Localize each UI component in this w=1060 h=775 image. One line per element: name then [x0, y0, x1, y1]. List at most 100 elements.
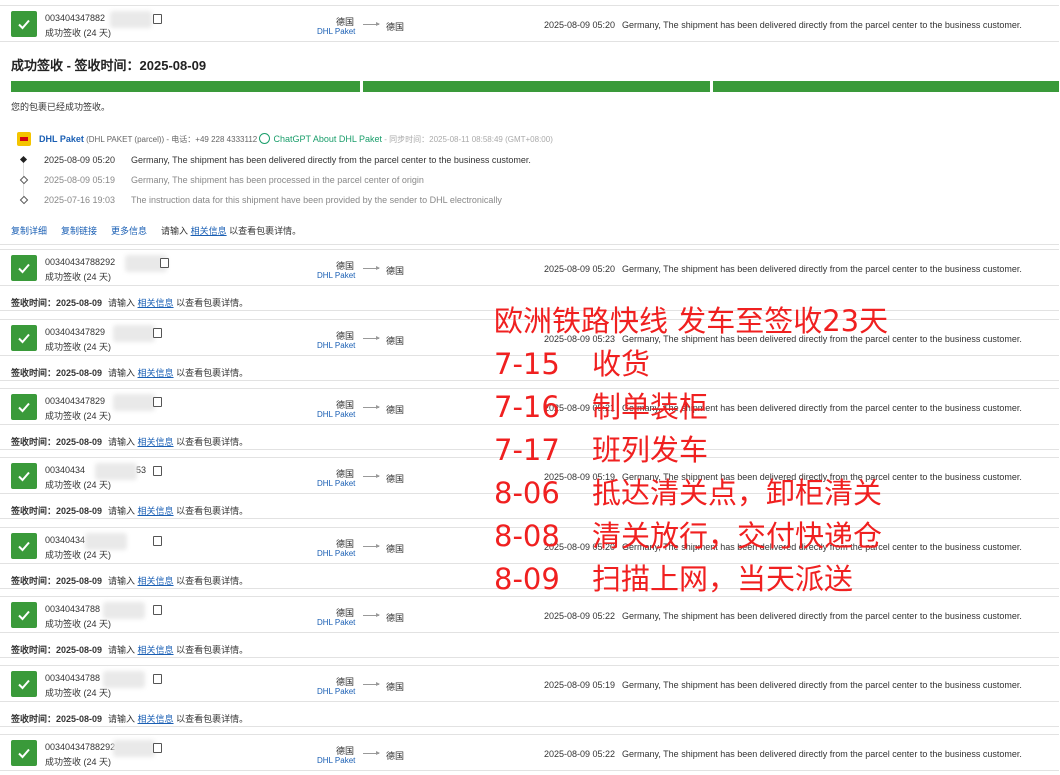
- destination-country: 德国: [386, 336, 405, 346]
- copy-icon[interactable]: [153, 743, 162, 753]
- tracking-number[interactable]: 00340434: [45, 535, 85, 545]
- related-info-link[interactable]: 相关信息: [138, 368, 174, 378]
- tracking-number[interactable]: 00340434788: [45, 604, 100, 614]
- signed-time-label: 签收时间：2025-08-09: [11, 437, 103, 447]
- delivery-status: 成功签收 (24 天): [45, 688, 112, 698]
- signed-time-bar: 签收时间：2025-08-09 请输入 相关信息 以查看包裹详情。: [0, 638, 1059, 658]
- tracking-number[interactable]: 003404347882: [45, 13, 105, 23]
- tracking-number[interactable]: 00340434788: [45, 673, 100, 683]
- copy-icon[interactable]: [153, 536, 162, 546]
- milestone-date: 8-06: [494, 476, 560, 510]
- tracking-number[interactable]: 003404347829: [45, 327, 105, 337]
- carrier-link[interactable]: DHL Paket: [317, 618, 355, 627]
- redaction-blur: [110, 11, 152, 28]
- arrow-right-icon: [363, 22, 380, 26]
- hint-prefix: 请输入: [108, 645, 136, 655]
- latest-event-time: 2025-08-09 05:19: [544, 680, 616, 690]
- arrow-right-icon: [363, 682, 380, 686]
- event-description: Germany, The shipment has been delivered…: [131, 155, 531, 165]
- carrier-link[interactable]: DHL Paket: [317, 271, 355, 280]
- hint-prefix: 请输入: [108, 506, 136, 516]
- copy-icon[interactable]: [153, 328, 162, 338]
- copy-icon[interactable]: [153, 397, 162, 407]
- latest-event-description: Germany, The shipment has been delivered…: [622, 264, 1022, 274]
- delivery-note: 您的包裹已经成功签收。: [11, 102, 111, 112]
- timeline-dot: [19, 155, 28, 164]
- related-info-link[interactable]: 相关信息: [138, 437, 174, 447]
- latest-event-time: 2025-08-09 05:20: [544, 264, 616, 274]
- shipment-row[interactable]: 00340434788 成功签收 (24 天) 德国 DHL Paket 德国 2025-…: [0, 596, 1059, 633]
- carrier-link[interactable]: DHL Paket: [317, 410, 355, 419]
- progress-segment: [11, 81, 361, 92]
- related-info-link[interactable]: 相关信息: [138, 645, 174, 655]
- tracking-number[interactable]: 00340434: [45, 465, 85, 475]
- signed-time-label: 签收时间：2025-08-09: [11, 645, 103, 655]
- related-info-link[interactable]: 相关信息: [138, 506, 174, 516]
- copy-icon[interactable]: [153, 14, 162, 24]
- destination-country: 德国: [386, 474, 405, 484]
- related-info-link[interactable]: 相关信息: [138, 298, 174, 308]
- carrier-link[interactable]: DHL Paket: [317, 549, 355, 558]
- overlay-milestone: 8-08 清关放行，交付快递仓: [494, 515, 888, 558]
- event-time: 2025-08-09 05:19: [44, 175, 116, 185]
- carrier-link[interactable]: DHL Paket: [317, 756, 355, 765]
- shipment-row[interactable]: 00340434788292 成功签收 (24 天) 德国 DHL Paket 德国 20…: [0, 734, 1059, 771]
- signed-time-label: 签收时间：2025-08-09: [11, 368, 103, 378]
- hint-suffix: 以查看包裹详情。: [176, 506, 249, 516]
- carrier-info: DHL Paket (DHL PAKET (parcel)) - 电话：+49 …: [39, 133, 553, 145]
- detail-hint: 请输入 相关信息 以查看包裹详情。: [108, 366, 248, 379]
- hint-suffix: 以查看包裹详情。: [229, 226, 302, 236]
- event-time: 2025-07-16 19:03: [44, 195, 116, 205]
- milestone-text: 抵达清关点，卸柜清关: [592, 476, 883, 510]
- copy-icon[interactable]: [160, 258, 169, 268]
- copy-icon[interactable]: [153, 674, 162, 684]
- detail-hint: 请输入 相关信息 以查看包裹详情。: [108, 643, 248, 656]
- carrier-link[interactable]: DHL Paket: [317, 687, 355, 696]
- hint-prefix: 请输入: [108, 298, 136, 308]
- shipment-row[interactable]: 00340434788292 成功签收 (24 天) 德国 DHL Paket 德国 20…: [0, 249, 1059, 286]
- delivery-status: 成功签收 (24 天): [45, 272, 112, 282]
- hint-suffix: 以查看包裹详情。: [176, 645, 249, 655]
- hint-suffix: 以查看包裹详情。: [176, 437, 249, 447]
- tracking-number[interactable]: 00340434788292: [45, 742, 115, 752]
- check-icon: [11, 325, 37, 351]
- milestone-text: 班列发车: [592, 433, 709, 467]
- detail-hint: 请输入 相关信息 以查看包裹详情。: [108, 712, 248, 725]
- progress-segment: [712, 81, 1059, 92]
- carrier-link[interactable]: DHL Paket: [317, 479, 355, 488]
- redaction-blur: [113, 325, 155, 342]
- copy-link-button[interactable]: 复制链接: [61, 226, 97, 236]
- copy-icon[interactable]: [153, 466, 162, 476]
- shipment-row[interactable]: 00340434788 成功签收 (24 天) 德国 DHL Paket 德国 2025-…: [0, 665, 1059, 702]
- carrier-link[interactable]: DHL Paket: [317, 341, 355, 350]
- carrier-link[interactable]: DHL Paket: [317, 27, 355, 36]
- check-icon: [11, 671, 37, 697]
- carrier-name-link[interactable]: DHL Paket: [39, 134, 84, 144]
- chatgpt-link[interactable]: ChatGPT About DHL Paket: [273, 134, 382, 144]
- delivery-status: 成功签收 (24 天): [45, 619, 112, 629]
- delivery-status: 成功签收 (24 天): [45, 480, 112, 490]
- related-info-link[interactable]: 相关信息: [138, 714, 174, 724]
- signed-time-label: 签收时间：2025-08-09: [11, 506, 103, 516]
- more-info-link[interactable]: 更多信息: [111, 226, 147, 236]
- signed-time-label: 签收时间：2025-08-09: [11, 714, 103, 724]
- latest-event-description: Germany, The shipment has been delivered…: [622, 680, 1022, 690]
- hint-prefix: 请输入: [108, 368, 136, 378]
- arrow-right-icon: [363, 266, 380, 270]
- check-icon: [11, 740, 37, 766]
- detail-hint: 请输入 相关信息 以查看包裹详情。: [108, 504, 248, 517]
- related-info-link[interactable]: 相关信息: [191, 226, 227, 236]
- tracking-number[interactable]: 00340434788292: [45, 257, 115, 267]
- shipment-row[interactable]: 003404347882 成功签收 (24 天) 德国 DHL Paket 德国 2025…: [0, 5, 1059, 42]
- destination-country: 德国: [386, 751, 405, 761]
- tracking-number[interactable]: 003404347829: [45, 396, 105, 406]
- copy-icon[interactable]: [153, 605, 162, 615]
- destination-country: 德国: [386, 266, 405, 276]
- signed-time-label: 签收时间：2025-08-09: [11, 576, 103, 586]
- check-icon: [11, 463, 37, 489]
- check-icon: [11, 394, 37, 420]
- arrow-right-icon: [363, 336, 380, 340]
- copy-details-link[interactable]: 复制详细: [11, 226, 47, 236]
- milestone-date: 7-16: [494, 390, 560, 424]
- related-info-link[interactable]: 相关信息: [138, 576, 174, 586]
